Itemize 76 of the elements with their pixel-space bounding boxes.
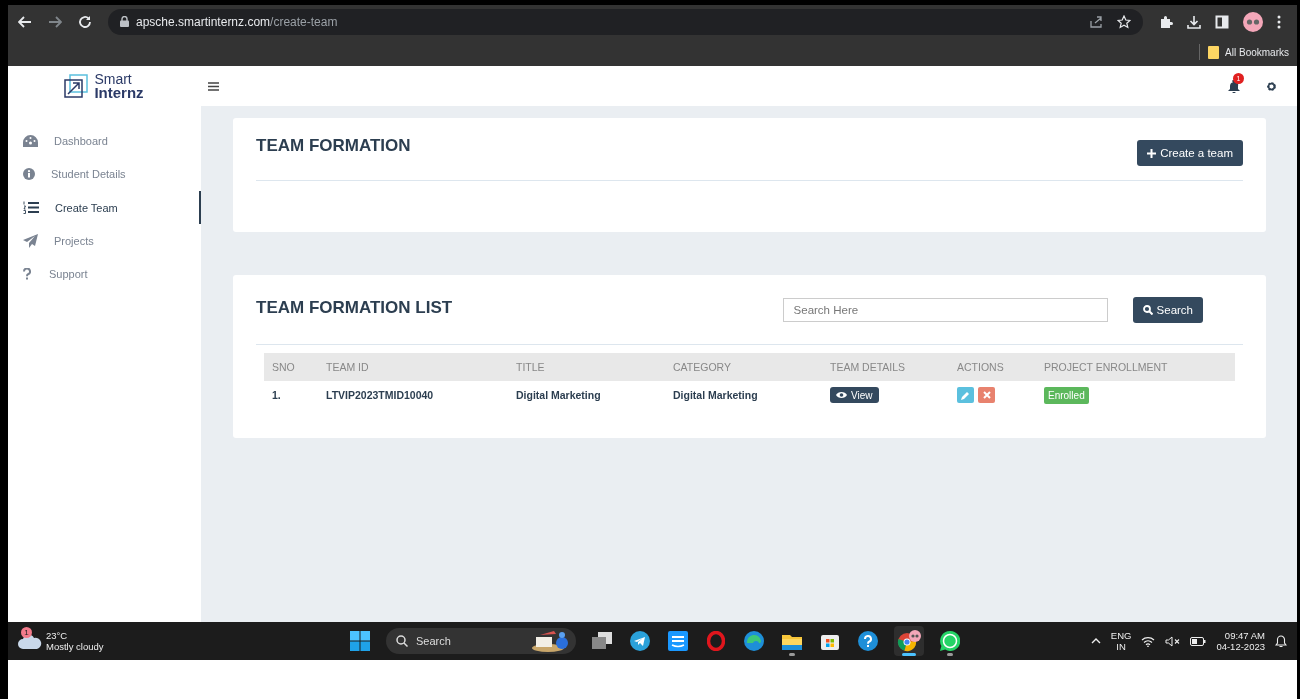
column-header: TITLE: [516, 361, 545, 373]
menu-icon[interactable]: [208, 81, 219, 91]
windows-logo-icon: [350, 631, 370, 651]
paper-plane-icon: [23, 234, 38, 248]
sidebar-item[interactable]: Support: [8, 263, 201, 285]
task-view-icon: [592, 632, 612, 650]
sidebar-item[interactable]: Student Details: [8, 163, 201, 185]
download-icon[interactable]: [1187, 14, 1201, 29]
address-bar[interactable]: apsche.smartinternz.com/create-team: [108, 8, 1143, 35]
question-icon: [23, 268, 33, 280]
dashboard-icon: [23, 135, 38, 147]
globe-icon: [744, 631, 764, 651]
create-team-button[interactable]: Create a team: [1137, 140, 1243, 166]
clock[interactable]: 09:47 AM 04-12-2023: [1216, 630, 1265, 652]
star-icon[interactable]: [1117, 14, 1131, 29]
table-cell: LTVIP2023TMID10040: [326, 389, 434, 401]
status-badge: Enrolled: [1044, 387, 1089, 404]
avatar-icon[interactable]: [1243, 11, 1263, 32]
store-icon: [821, 632, 839, 650]
share-icon[interactable]: [1089, 14, 1103, 29]
column-header: PROJECT ENROLLMENT: [1044, 361, 1168, 373]
table-cell: Digital Marketing: [516, 389, 601, 401]
plus-icon: [1147, 148, 1157, 158]
bell-icon[interactable]: [1228, 79, 1240, 93]
sidebar-item[interactable]: Projects: [8, 230, 201, 252]
logo-icon: [64, 74, 89, 98]
column-header: TEAM DETAILS: [830, 361, 906, 373]
close-icon: [982, 391, 991, 399]
lock-icon: [120, 16, 129, 27]
chat-bubble-icon: [940, 631, 960, 651]
table-cell: 1.: [272, 389, 281, 401]
folder-icon: [1208, 45, 1220, 59]
column-header: ACTIONS: [957, 361, 1004, 373]
taskbar-app[interactable]: [894, 626, 924, 656]
folder-icon: [782, 632, 802, 650]
brand-name: Smart Internz: [94, 73, 144, 99]
section-title: TEAM FORMATION: [256, 136, 412, 156]
search-field[interactable]: Search Here: [782, 297, 1108, 322]
video-app-icon: [668, 631, 688, 651]
numbered-list-icon: [23, 201, 39, 214]
section-title: TEAM FORMATION LIST: [256, 298, 454, 318]
eye-icon: [836, 391, 847, 399]
chrome-icon: [897, 630, 921, 652]
menu-icon[interactable]: [1277, 14, 1281, 29]
search-button[interactable]: Search: [1132, 296, 1203, 323]
notification-badge: 1: [21, 627, 32, 638]
puzzle-icon[interactable]: [1159, 14, 1173, 29]
sidebar-item[interactable]: Dashboard: [8, 130, 201, 152]
delete-button[interactable]: [978, 387, 995, 403]
ring-icon: [707, 631, 725, 651]
search-icon: [1142, 304, 1153, 315]
info-icon: [23, 168, 35, 180]
column-header: SNO: [272, 361, 295, 373]
pencil-icon: [961, 390, 970, 400]
search-icon: [396, 635, 408, 647]
battery-icon[interactable]: [1190, 636, 1207, 646]
column-header: CATEGORY: [673, 361, 731, 373]
mute-icon[interactable]: [1165, 635, 1181, 647]
wifi-icon[interactable]: [1141, 635, 1156, 647]
bookmarks-button[interactable]: All Bookmarks: [1208, 45, 1289, 59]
forward-icon[interactable]: [48, 14, 62, 29]
language-indicator[interactable]: ENG IN: [1110, 630, 1132, 652]
cloud-icon: [18, 633, 42, 649]
taskbar-search[interactable]: Search: [386, 628, 576, 654]
chevron-up-icon[interactable]: [1090, 638, 1101, 644]
view-button[interactable]: View: [830, 387, 879, 403]
settings-icon[interactable]: [1266, 80, 1277, 92]
weather-widget[interactable]: 23°C Mostly cloudy: [46, 630, 104, 652]
side-panel-icon[interactable]: [1215, 14, 1229, 29]
back-icon[interactable]: [18, 14, 32, 29]
help-icon: [858, 631, 878, 651]
telegram-icon: [630, 631, 650, 651]
notification-bell-icon[interactable]: [1275, 634, 1287, 648]
reload-icon[interactable]: [78, 14, 92, 29]
table-cell: Digital Marketing: [673, 389, 758, 401]
column-header: TEAM ID: [326, 361, 369, 373]
